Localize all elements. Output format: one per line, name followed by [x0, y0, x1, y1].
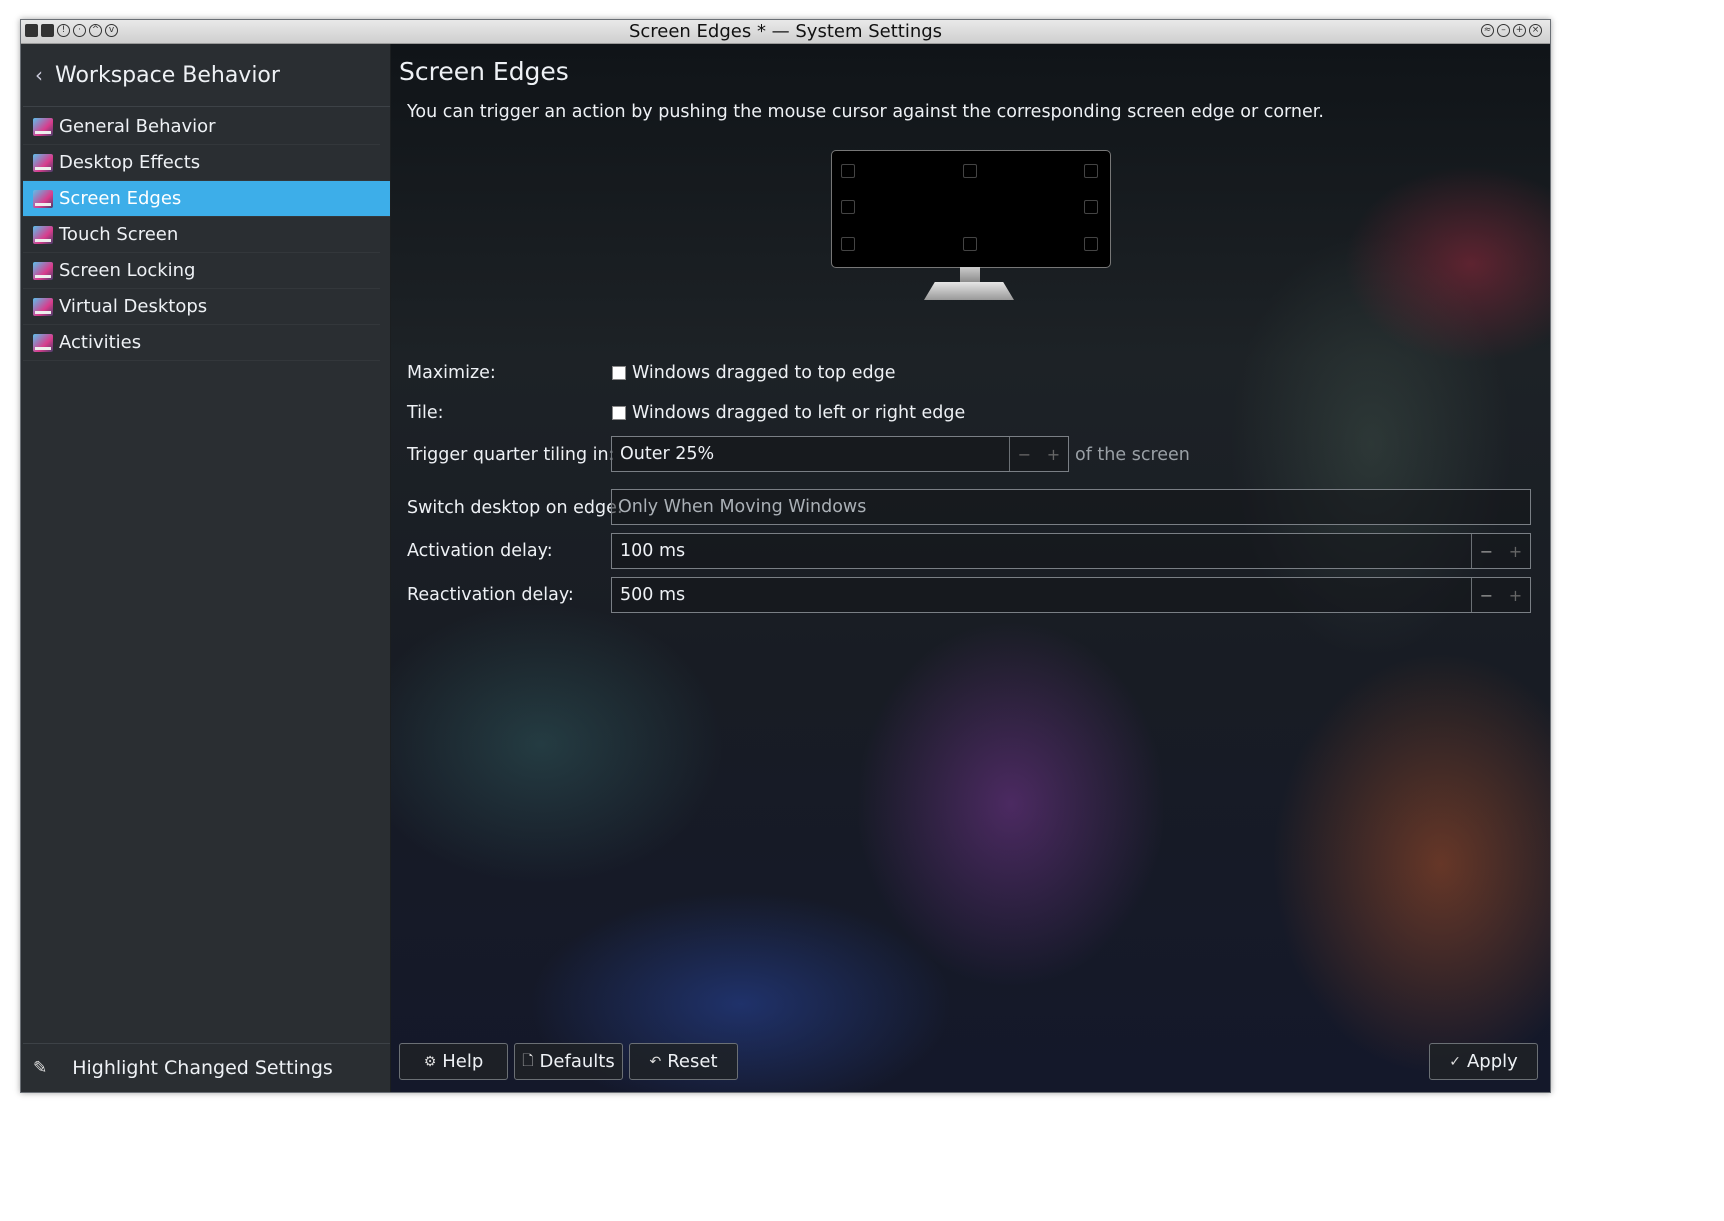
desktop-effects-icon [33, 153, 53, 172]
checkmark-icon: ✓ [1449, 1053, 1461, 1070]
page-description: You can trigger an action by pushing the… [407, 102, 1324, 122]
increment-icon[interactable]: + [1509, 542, 1522, 561]
decrement-icon[interactable]: − [1480, 542, 1493, 561]
undo-icon: ↶ [649, 1053, 662, 1070]
sidebar-item-label: Activities [59, 332, 142, 353]
sidebar: ‹ Workspace Behavior General Behavior De… [23, 44, 391, 1092]
sidebar-item-label: Screen Edges [59, 188, 182, 209]
quarter-tiling-stepper: − + [1009, 437, 1068, 471]
tile-checkbox[interactable] [612, 406, 626, 420]
switch-desktop-dropdown[interactable]: Only When Moving Windows [611, 489, 1531, 525]
screen-locking-icon [33, 261, 53, 280]
sidebar-item-touch-screen[interactable]: Touch Screen [23, 217, 380, 253]
tile-checkbox-row[interactable]: Windows dragged to left or right edge [612, 403, 965, 423]
reactivation-delay-value[interactable]: 500 ms [612, 585, 1471, 605]
sidebar-item-desktop-effects[interactable]: Desktop Effects [23, 145, 380, 181]
reactivation-delay-label: Reactivation delay: [407, 585, 574, 605]
highlight-changed-settings-button[interactable]: ✎ Highlight Changed Settings [23, 1043, 390, 1092]
sidebar-item-activities[interactable]: Activities [23, 325, 380, 361]
increment-icon[interactable]: + [1509, 586, 1522, 605]
switch-desktop-label: Switch desktop on edge: [407, 498, 623, 518]
system-settings-window: ! · ^ v Screen Edges * — System Settings… [20, 19, 1551, 1093]
help-gear-icon: ⚙ [423, 1053, 437, 1070]
quarter-tiling-spinbox[interactable]: Outer 25% − + [611, 436, 1069, 472]
activation-delay-spinbox[interactable]: 100 ms − + [611, 533, 1531, 569]
defaults-button-label: Defaults [539, 1051, 615, 1072]
sidebar-item-label: Virtual Desktops [59, 296, 208, 317]
edge-right[interactable] [1084, 200, 1098, 214]
activation-delay-value[interactable]: 100 ms [612, 541, 1471, 561]
maximize-label: Maximize: [407, 363, 496, 383]
maximize-checkbox-label: Windows dragged to top edge [632, 363, 896, 383]
screen-edges-monitor [831, 150, 1111, 268]
edge-bottom-right[interactable] [1084, 237, 1098, 251]
decrement-icon[interactable]: − [1480, 586, 1493, 605]
quarter-tiling-label: Trigger quarter tiling in: [407, 445, 615, 465]
monitor-stand-neck [960, 267, 980, 283]
help-button[interactable]: ⚙ Help [399, 1043, 508, 1080]
defaults-button[interactable]: 🗋 Defaults [514, 1043, 623, 1080]
maximize-checkbox-row[interactable]: Windows dragged to top edge [612, 363, 895, 383]
sidebar-item-virtual-desktops[interactable]: Virtual Desktops [23, 289, 380, 325]
virtual-desktops-icon [33, 297, 53, 316]
reset-button-label: Reset [667, 1051, 718, 1072]
activation-delay-stepper: − + [1471, 534, 1530, 568]
highlight-changed-settings-label: Highlight Changed Settings [72, 1057, 333, 1079]
window-title: Screen Edges * — System Settings [628, 21, 943, 42]
reactivation-delay-stepper: − + [1471, 578, 1530, 612]
minimize-icon[interactable]: – [1497, 24, 1510, 37]
edge-top[interactable] [963, 164, 977, 178]
title-bar-right-controls: ≈ – + × [1481, 24, 1542, 37]
activation-delay-label: Activation delay: [407, 541, 553, 561]
increment-icon[interactable]: + [1047, 445, 1060, 464]
apply-button-label: Apply [1466, 1051, 1518, 1072]
monitor-stand-base [924, 282, 1014, 300]
title-bar[interactable]: ! · ^ v Screen Edges * — System Settings… [21, 20, 1550, 44]
sidebar-item-label: General Behavior [59, 116, 216, 137]
switch-desktop-value: Only When Moving Windows [618, 497, 867, 517]
close-icon[interactable]: × [1529, 24, 1542, 37]
quarter-tiling-suffix: of the screen [1075, 445, 1190, 465]
edge-top-right[interactable] [1084, 164, 1098, 178]
back-arrow-icon[interactable]: ‹ [35, 63, 53, 87]
general-behavior-icon [33, 117, 53, 136]
apply-button[interactable]: ✓ Apply [1429, 1043, 1538, 1080]
sidebar-header[interactable]: ‹ Workspace Behavior [23, 44, 390, 107]
sidebar-item-label: Desktop Effects [59, 152, 201, 173]
tile-checkbox-label: Windows dragged to left or right edge [632, 403, 966, 423]
sidebar-title: Workspace Behavior [55, 62, 280, 88]
main-content: Screen Edges You can trigger an action b… [391, 44, 1550, 1092]
quarter-tiling-value[interactable]: Outer 25% [612, 444, 1009, 464]
document-icon: 🗋 [522, 1052, 534, 1069]
tile-label: Tile: [407, 403, 444, 423]
touch-screen-icon [33, 225, 53, 244]
activities-icon [33, 333, 53, 352]
edge-bottom-left[interactable] [841, 237, 855, 251]
maximize-icon[interactable]: + [1513, 24, 1526, 37]
sidebar-item-screen-locking[interactable]: Screen Locking [23, 253, 380, 289]
maximize-checkbox[interactable] [612, 366, 626, 380]
edge-left[interactable] [841, 200, 855, 214]
sidebar-item-label: Touch Screen [59, 224, 179, 245]
reactivation-delay-spinbox[interactable]: 500 ms − + [611, 577, 1531, 613]
reset-button[interactable]: ↶ Reset [629, 1043, 738, 1080]
sidebar-item-general-behavior[interactable]: General Behavior [23, 109, 380, 145]
edge-bottom[interactable] [963, 237, 977, 251]
sidebar-list: General Behavior Desktop Effects Screen … [23, 107, 390, 361]
sidebar-item-label: Screen Locking [59, 260, 196, 281]
keep-below-icon[interactable]: ≈ [1481, 24, 1494, 37]
help-button-label: Help [442, 1051, 484, 1072]
screen-edges-icon [33, 189, 53, 208]
decrement-icon[interactable]: − [1018, 445, 1031, 464]
pencil-icon: ✎ [33, 1058, 48, 1078]
sidebar-item-screen-edges[interactable]: Screen Edges [23, 181, 390, 217]
page-title: Screen Edges [399, 57, 569, 86]
edge-top-left[interactable] [841, 164, 855, 178]
